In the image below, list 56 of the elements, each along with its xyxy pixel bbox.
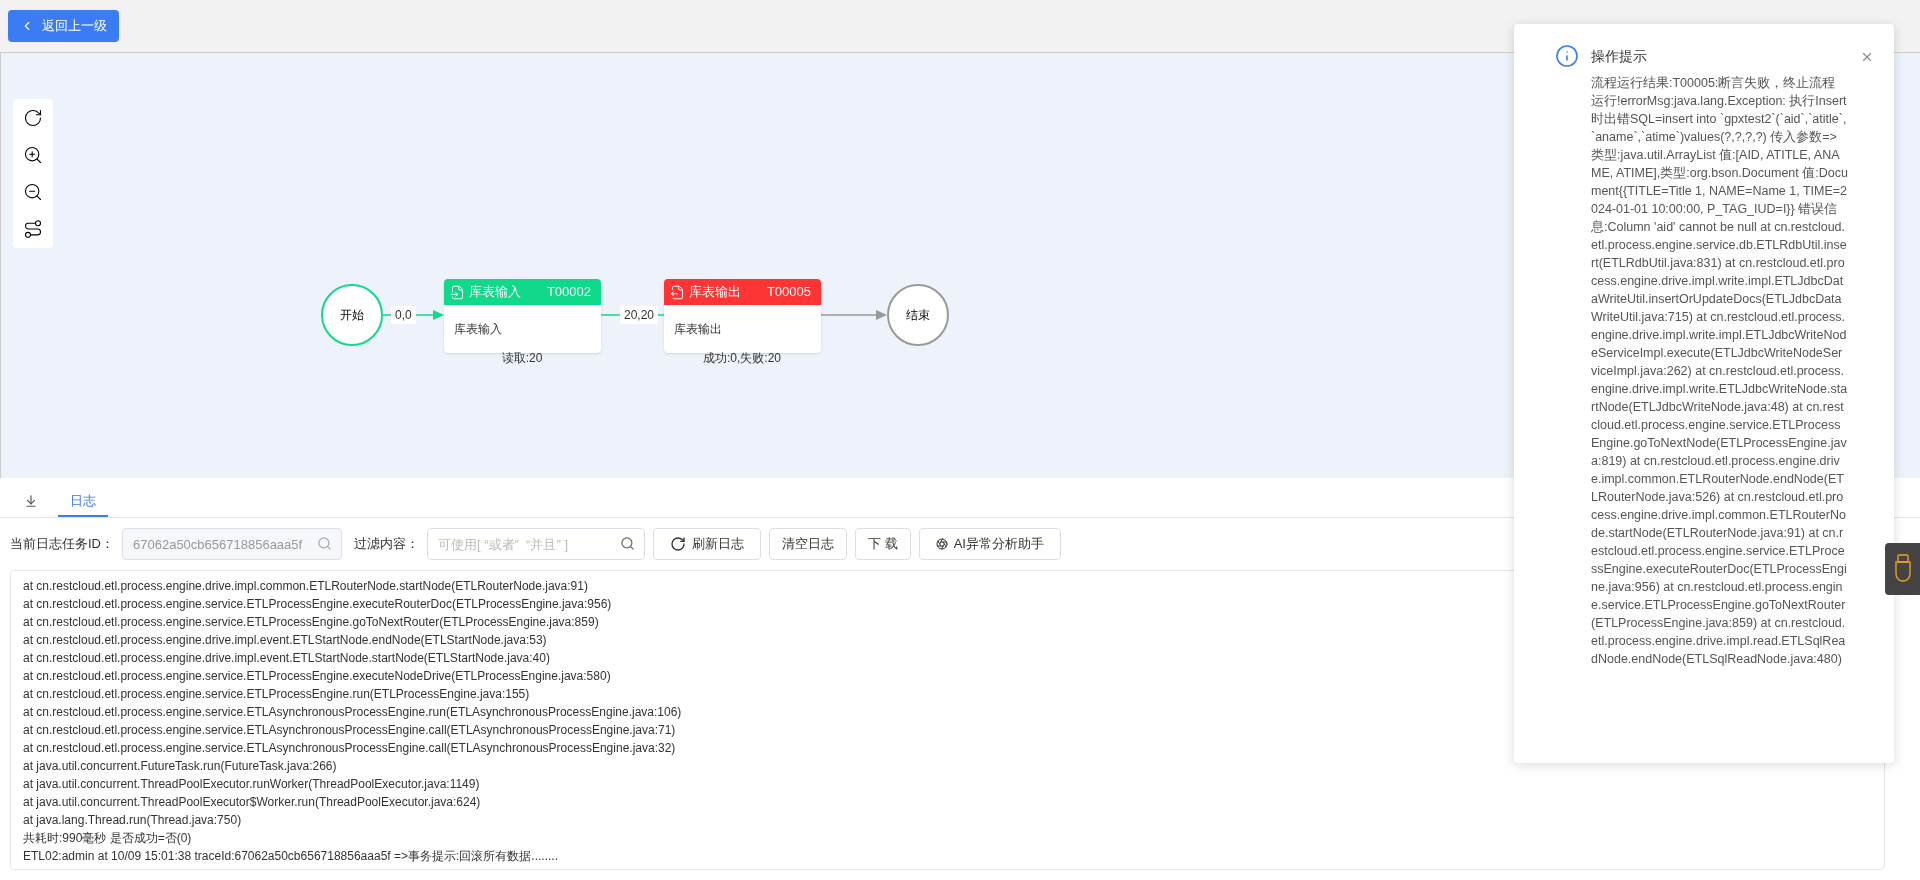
node-code: T00002 xyxy=(546,283,592,302)
log-line: at java.util.concurrent.ThreadPoolExecutor$Worker.run(ThreadPoolExecutor.java:624) xyxy=(23,794,481,811)
refresh-log-button[interactable]: 刷新日志 xyxy=(653,528,761,560)
node-body-text: 库表输出 xyxy=(674,321,722,338)
log-line: at cn.restcloud.etl.process.engine.drive.impl.event.ETLStartNode.endNode(ETLStartNode.java:53) xyxy=(23,632,547,649)
log-line: at cn.restcloud.etl.process.engine.service.ETLProcessEngine.executeNodeDrive(ETLProcessEngine.java:580) xyxy=(23,668,611,685)
node-body-text: 库表输入 xyxy=(454,321,502,338)
flow-node[interactable]: 库表输入 T00002 库表输入 xyxy=(444,279,601,353)
search-icon xyxy=(620,536,635,551)
download-icon xyxy=(24,494,38,508)
route-icon[interactable] xyxy=(23,219,43,239)
notification-title: 操作提示 xyxy=(1591,47,1648,66)
refresh-icon[interactable] xyxy=(23,108,43,128)
flow-node[interactable]: 库表输出 T00005 库表输出 xyxy=(664,279,821,353)
node-title: 库表输出 xyxy=(689,283,741,302)
document-icon xyxy=(670,284,685,300)
document-icon xyxy=(450,284,465,300)
log-line: at cn.restcloud.etl.process.engine.drive.impl.common.ETLRouterNode.startNode(ETLRouterNode.java:91) xyxy=(23,578,588,595)
edge-label: 20,20 xyxy=(620,306,659,324)
filter-field[interactable]: 可使用[ “或者” “并且” ] xyxy=(427,528,645,560)
zoom-in-icon[interactable] xyxy=(23,145,43,165)
close-icon[interactable] xyxy=(1860,50,1874,64)
log-line: at cn.restcloud.etl.process.engine.service.ETLProcessEngine.goToNextRouter(ETLProcessEngine.java:859) xyxy=(23,614,599,631)
log-line: at cn.restcloud.etl.process.engine.service.ETLProcessEngine.run(ETLProcessEngine.java:155) xyxy=(23,686,530,703)
task-id-label: 当前日志任务ID： xyxy=(10,535,114,554)
start-node[interactable]: 开始 xyxy=(321,284,383,346)
log-line: at java.lang.Thread.run(Thread.java:750) xyxy=(23,812,242,829)
search-icon xyxy=(317,536,332,551)
zoom-out-icon[interactable] xyxy=(23,182,43,202)
log-line: at cn.restcloud.etl.process.engine.service.ETLAsynchronousProcessEngine.call(ETLAsynchronousProcessEngine.java:71) xyxy=(23,722,676,739)
refresh-icon xyxy=(670,536,686,552)
log-action-button[interactable]: 下 载 xyxy=(855,528,911,560)
node-code: T00005 xyxy=(766,283,812,302)
notification-message: 流程运行结果:T00005:断言失败，终止流程运行!errorMsg:java.lang.Exception: 执行Insert时出错SQL=insert into `gpxtest2`(`aid`,`atitle`,`aname`,`atime`)values(?,?,?,?) 传入参数=>类型:java.util.ArrayList 值:[AID, ATITLE, ANAME, ATIME],类型:org.bson.Document 值:Document{{TITLE=Title 1, NAME=Name 1, TIME=2024-01-01 10:00:00, P_TAG_IUD=I}} 错误信息:Column 'aid' cannot be null at cn.restcloud.etl.process.engine.service.db.ETLRdbUtil.insert(ETLRdbUtil.java:831) at cn.restcloud.etl.process.engine.drive.impl.write.impl.ETLJdbcDataWriteUtil.insertOrUpdateDocs(ETLJdbcDataWriteUtil.java:715) at cn.restcloud.etl.process.engine.drive.impl.write.impl.ETLJdbcWriteNodeServiceImpl.execute(ETLJdbcWriteNodeServiceImpl.java:262) at cn.restcloud.etl.process.engine.drive.impl.write.ETLJdbcWriteNode.startNode(ETLJdbcWriteNode.java:48) at cn.restcloud.etl.process.engine.service.ETLProcessEngine.goToNextNode(ETLProcessEngine.java:819) at cn.restcloud.etl.process.engine.drive.impl.common.ETLRouterNode.endNode(ETLRouterNode.java:526) at cn.restcloud.etl.process.engine.drive.impl.common.ETLRouterNode.startNode(ETLRouterNode.java:91) at cn.restcloud.etl.process.engine.service.ETLProcessEngine.executeRouterDoc(ETLProcessEngine.java:956) at cn.restcloud.etl.process.engine.service.ETLProcessEngine.goToNextRouter(ETLProcessEngine.java:859) at cn.restcloud.etl.process.engine.drive.impl.read.ETLSqlReadNode.endNode(ETLSqlReadNode.java:480) xyxy=(1591,75,1848,668)
log-action-button[interactable]: 清空日志 xyxy=(769,528,847,560)
log-line: at cn.restcloud.etl.process.engine.drive.impl.event.ETLStartNode.startNode(ETLStartNode.java:40) xyxy=(23,650,550,667)
log-line: at java.util.concurrent.FutureTask.run(FutureTask.java:266) xyxy=(23,758,337,775)
log-tab[interactable]: 日志 xyxy=(58,487,108,517)
plugin-button[interactable] xyxy=(1885,543,1920,595)
log-line: at java.util.concurrent.ThreadPoolExecutor.runWorker(ThreadPoolExecutor.java:1149) xyxy=(23,776,480,793)
usb-drive-icon xyxy=(1893,554,1912,584)
filter-label: 过滤内容： xyxy=(354,535,419,554)
log-line: at cn.restcloud.etl.process.engine.service.ETLProcessEngine.executeRouterDoc(ETLProcessEngine.java:956) xyxy=(23,596,612,613)
edge-label: 0,0 xyxy=(391,306,416,324)
node-stats: 成功:0,失败:20 xyxy=(703,350,781,367)
aperture-icon xyxy=(935,538,948,550)
log-line: at cn.restcloud.etl.process.engine.service.ETLAsynchronousProcessEngine.run(ETLAsynchronousProcessEngine.java:106) xyxy=(23,704,682,721)
node-title: 库表输入 xyxy=(469,283,521,302)
log-line: 共耗时:990毫秒 是否成功=否(0) xyxy=(23,830,192,847)
back-button[interactable]: 返回上一级 xyxy=(8,10,119,42)
log-line: at cn.restcloud.etl.process.engine.service.ETLAsynchronousProcessEngine.call(ETLAsynchronousProcessEngine.java:32) xyxy=(23,740,676,757)
ai-assistant-button[interactable]: AI异常分析助手 xyxy=(918,528,1061,560)
info-icon xyxy=(1555,44,1579,68)
end-node[interactable]: 结束 xyxy=(887,284,949,346)
log-line: ETL02:admin at 10/09 15:01:38 traceId:67062a50cb656718856aaa5f =>事务提示:回滚所有数据........ xyxy=(23,848,558,865)
node-stats: 读取:20 xyxy=(501,350,543,367)
